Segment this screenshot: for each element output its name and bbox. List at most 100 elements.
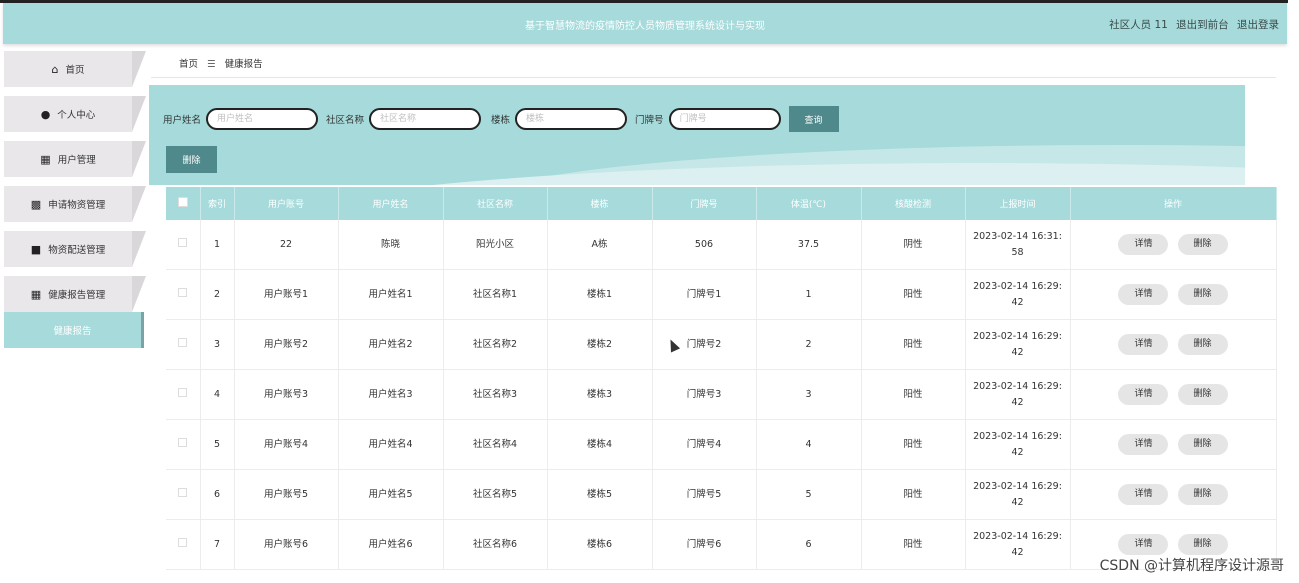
- briefcase-icon: ■: [30, 242, 42, 256]
- row-checkbox[interactable]: [178, 337, 188, 347]
- table-row: 2 用户账号1 用户姓名1 社区名称1 楼栋1 门牌号1 1 阳性 2023-0…: [166, 269, 1277, 320]
- detail-button[interactable]: 详情: [1118, 484, 1169, 505]
- menu-tab-decoration: [132, 186, 146, 222]
- health-report-table: 索引 用户账号 用户姓名 社区名称 楼栋 门牌号 体温(℃) 核酸检测 上报时间…: [166, 187, 1277, 570]
- grid-icon: ▦: [40, 152, 51, 166]
- column-header: 门牌号: [652, 187, 757, 220]
- table-row: 6 用户账号5 用户姓名5 社区名称5 楼栋5 门牌号5 5 阳性 2023-0…: [166, 469, 1277, 520]
- row-delete-button[interactable]: 删除: [1177, 284, 1228, 305]
- column-header: 索引: [200, 187, 235, 220]
- cell-account: 用户账号6: [234, 519, 339, 570]
- user-icon: ●: [40, 107, 51, 121]
- detail-button[interactable]: 详情: [1118, 234, 1169, 255]
- row-delete-button[interactable]: 删除: [1177, 384, 1228, 405]
- batch-delete-button[interactable]: 删除: [166, 146, 217, 173]
- cell-actions: 详情 删除: [1070, 269, 1277, 320]
- row-delete-button[interactable]: 删除: [1177, 234, 1228, 255]
- table-row: 5 用户账号4 用户姓名4 社区名称4 楼栋4 门牌号4 4 阳性 2023-0…: [166, 419, 1277, 470]
- row-checkbox[interactable]: [178, 287, 188, 297]
- cell-name: 用户姓名2: [338, 319, 444, 370]
- door-input[interactable]: [668, 108, 781, 130]
- breadcrumb-separator-icon: ☰: [207, 59, 216, 70]
- cell-community: 社区名称3: [443, 369, 548, 420]
- cell-building: 楼栋5: [547, 469, 653, 520]
- sidebar-item-health-report-management[interactable]: ▦ 健康报告管理: [4, 276, 146, 312]
- breadcrumb-home[interactable]: 首页: [179, 59, 198, 70]
- row-checkbox[interactable]: [178, 487, 188, 497]
- cell-door: 门牌号3: [652, 369, 757, 420]
- cell-name: 用户姓名5: [338, 469, 444, 520]
- column-header: 核酸检测: [861, 187, 966, 220]
- sidebar-item-delivery[interactable]: ■ 物资配送管理: [4, 231, 146, 267]
- detail-button[interactable]: 详情: [1118, 434, 1169, 455]
- building-label: 楼栋: [491, 115, 511, 126]
- row-checkbox[interactable]: [178, 437, 188, 447]
- row-checkbox[interactable]: [178, 387, 188, 397]
- cell-temperature: 5: [756, 469, 862, 520]
- search-panel: [149, 85, 1245, 185]
- cell-index: 6: [200, 469, 235, 520]
- select-all-header[interactable]: [166, 187, 201, 220]
- menu-tab-decoration: [132, 51, 146, 87]
- row-delete-button[interactable]: 删除: [1177, 434, 1228, 455]
- cell-temperature: 37.5: [756, 220, 862, 270]
- sidebar-item-label: 首页: [65, 65, 85, 76]
- sidebar-item-users[interactable]: ▦ 用户管理: [4, 141, 146, 177]
- cell-report-time: 2023-02-14 16:29:42: [965, 469, 1071, 520]
- cell-account: 用户账号5: [234, 469, 339, 520]
- select-all-checkbox[interactable]: [177, 197, 188, 207]
- current-user: 社区人员 11: [1109, 19, 1168, 31]
- panel-wave-decoration: [229, 163, 1245, 185]
- column-header: 社区名称: [443, 187, 548, 220]
- cell-community: 社区名称6: [443, 519, 548, 570]
- cell-index: 2: [200, 269, 235, 320]
- menu-tab-decoration: [132, 231, 146, 267]
- system-title: 基于智慧物流的疫情防控人员物质管理系统设计与实现: [525, 21, 765, 32]
- cell-name: 用户姓名3: [338, 369, 444, 420]
- top-header: 基于智慧物流的疫情防控人员物质管理系统设计与实现 社区人员 11 退出到前台 退…: [3, 3, 1287, 44]
- cell-name: 陈晓: [338, 220, 444, 270]
- cell-report-time: 2023-02-14 16:29:42: [965, 319, 1071, 370]
- row-delete-button[interactable]: 删除: [1177, 534, 1228, 555]
- row-delete-button[interactable]: 删除: [1177, 334, 1228, 355]
- column-header: 楼栋: [547, 187, 653, 220]
- sidebar-item-supply-application[interactable]: ▩ 申请物资管理: [4, 186, 146, 222]
- row-checkbox[interactable]: [178, 537, 188, 547]
- row-checkbox[interactable]: [178, 237, 188, 247]
- back-to-front-link[interactable]: 退出到前台: [1176, 19, 1229, 31]
- cell-index: 5: [200, 419, 235, 470]
- detail-button[interactable]: 详情: [1118, 284, 1169, 305]
- sidebar-subitem-health-report[interactable]: 健康报告: [4, 312, 144, 348]
- cell-index: 7: [200, 519, 235, 570]
- community-input[interactable]: [369, 108, 482, 130]
- table-header-row: 索引 用户账号 用户姓名 社区名称 楼栋 门牌号 体温(℃) 核酸检测 上报时间…: [166, 187, 1277, 220]
- detail-button[interactable]: 详情: [1118, 384, 1169, 405]
- table-row: 4 用户账号3 用户姓名3 社区名称3 楼栋3 门牌号3 3 阳性 2023-0…: [166, 369, 1277, 420]
- cell-community: 社区名称5: [443, 469, 548, 520]
- table-row: 3 用户账号2 用户姓名2 社区名称2 楼栋2 门牌号2 2 阳性 2023-0…: [166, 319, 1277, 370]
- detail-button[interactable]: 详情: [1118, 534, 1169, 555]
- cell-building: 楼栋2: [547, 319, 653, 370]
- sidebar-item-home[interactable]: ⌂ 首页: [4, 51, 146, 87]
- cell-account: 用户账号3: [234, 369, 339, 420]
- cell-nucleic-test: 阳性: [861, 419, 966, 470]
- column-header: 上报时间: [965, 187, 1071, 220]
- detail-button[interactable]: 详情: [1118, 334, 1169, 355]
- cell-nucleic-test: 阳性: [861, 469, 966, 520]
- main-content: 首页 ☰ 健康报告 用户姓名 社区名称 楼栋 门牌号 查询 删除 索引: [145, 44, 1299, 583]
- logout-link[interactable]: 退出登录: [1237, 19, 1279, 31]
- row-delete-button[interactable]: 删除: [1177, 484, 1228, 505]
- cell-door: 门牌号1: [652, 269, 757, 320]
- username-input[interactable]: [206, 108, 319, 130]
- building-input[interactable]: [515, 108, 628, 130]
- query-button[interactable]: 查询: [788, 106, 839, 132]
- cell-actions: 详情 删除: [1070, 469, 1277, 520]
- sidebar-item-profile[interactable]: ● 个人中心: [4, 96, 146, 132]
- sidebar-item-label: 物资配送管理: [48, 245, 106, 256]
- cell-temperature: 3: [756, 369, 862, 420]
- cell-community: 社区名称4: [443, 419, 548, 470]
- column-header: 用户账号: [234, 187, 339, 220]
- cell-account: 用户账号1: [234, 269, 339, 320]
- home-icon: ⌂: [51, 62, 59, 76]
- column-header: 用户姓名: [338, 187, 444, 220]
